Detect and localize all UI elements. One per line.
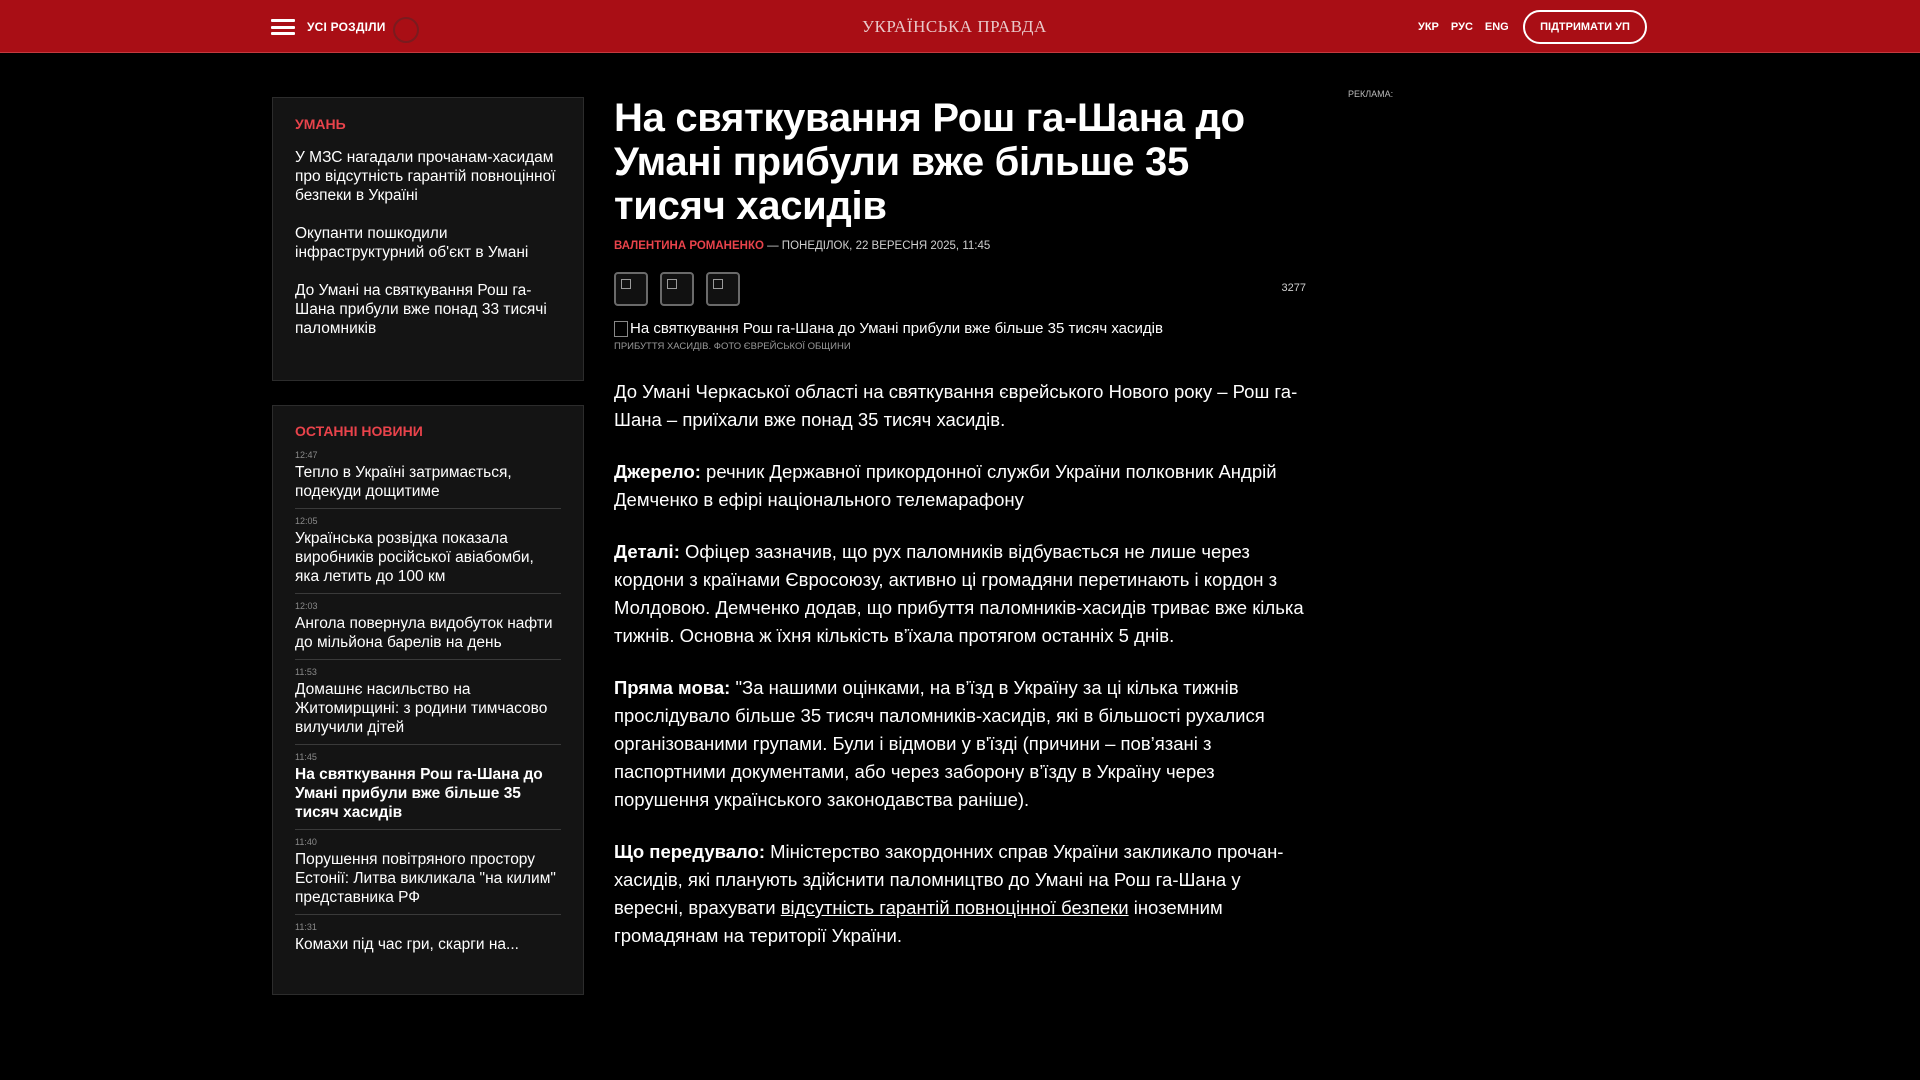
site-logo[interactable]: УКРАЇНСЬКА ПРАВДА <box>862 17 1047 37</box>
article-photo: На святкування Рош га-Шана до Умані приб… <box>614 320 1306 337</box>
list-item[interactable]: 11:45 На святкування Рош га-Шана до Уман… <box>295 745 561 830</box>
topic-tag[interactable]: УМАНЬ <box>295 116 561 132</box>
details-label: Деталі: <box>614 541 680 562</box>
news-title[interactable]: Порушення повітряного простору Естонії: … <box>295 850 561 907</box>
source-paragraph: Джерело: речник Державної прикордонної с… <box>614 458 1306 514</box>
broken-image-icon <box>614 320 628 337</box>
photo-caption: ПРИБУТТЯ ХАСИДІВ. ФОТО ЄВРЕЙСЬКОЇ ОБЩИНИ <box>614 341 851 352</box>
source-text: речник Державної прикордонної служби Укр… <box>614 461 1277 510</box>
share-bar: 3277 <box>614 272 1306 308</box>
details-paragraph: Деталі: Офіцер зазначив, що рух паломник… <box>614 538 1306 650</box>
topic-item[interactable]: До Умані на святкування Рош га-Шана приб… <box>295 281 561 338</box>
news-title[interactable]: На святкування Рош га-Шана до Умані приб… <box>295 765 561 822</box>
search-icon[interactable] <box>393 17 419 43</box>
article-byline: ВАЛЕНТИНА РОМАНЕНКО — ПОНЕДІЛОК, 22 ВЕРЕ… <box>614 240 1306 252</box>
news-title[interactable]: Домашнє насильство на Житомирщині: з род… <box>295 680 561 737</box>
lang-rus[interactable]: РУС <box>1451 21 1473 33</box>
list-item[interactable]: 11:31 Комахи під час гри, скарги на... <box>295 915 561 961</box>
ad-label: РЕКЛАМА: <box>1348 89 1394 99</box>
news-time: 11:53 <box>295 667 317 677</box>
quote-label: Пряма мова: <box>614 677 731 698</box>
news-title[interactable]: Українська розвідка показала виробників … <box>295 529 561 586</box>
share-facebook-icon[interactable] <box>614 272 648 306</box>
news-time: 11:40 <box>295 837 317 847</box>
page-bottom-overlay <box>0 995 1920 1080</box>
news-time: 12:03 <box>295 601 318 611</box>
news-time: 11:31 <box>295 922 317 932</box>
language-switcher: УКР РУС ENG <box>1418 21 1509 33</box>
quote-paragraph: Пряма мова: "За нашими оцінками, на в’їз… <box>614 674 1306 814</box>
list-item[interactable]: 11:53 Домашнє насильство на Житомирщині:… <box>295 660 561 745</box>
news-title[interactable]: Тепло в Україні затримається, подекуди д… <box>295 463 561 501</box>
news-time: 12:47 <box>295 450 318 460</box>
background-paragraph: Що передувало: Міністерство закордонних … <box>614 838 1306 950</box>
news-title[interactable]: Ангола повернула видобуток нафти до міль… <box>295 614 561 652</box>
news-time: 11:45 <box>295 752 317 762</box>
topic-card: УМАНЬ У МЗС нагадали прочанам-хасидам пр… <box>272 97 584 381</box>
news-title[interactable]: Комахи під час гри, скарги на... <box>295 935 561 954</box>
background-label: Що передувало: <box>614 841 765 862</box>
all-sections-link[interactable]: УСІ РОЗДІЛИ <box>307 20 386 34</box>
author-link[interactable]: ВАЛЕНТИНА РОМАНЕНКО <box>614 240 764 252</box>
menu-icon[interactable] <box>271 19 295 35</box>
list-item[interactable]: 11:40 Порушення повітряного простору Ест… <box>295 830 561 915</box>
list-item[interactable]: 12:47 Тепло в Україні затримається, поде… <box>295 443 561 509</box>
list-item[interactable]: 12:05 Українська розвідка показала вироб… <box>295 509 561 594</box>
support-button[interactable]: ПІДТРИМАТИ УП <box>1523 10 1647 44</box>
safety-guarantees-link[interactable]: відсутність гарантій повноцінної безпеки <box>781 897 1129 918</box>
list-item[interactable]: 12:03 Ангола повернула видобуток нафти д… <box>295 594 561 660</box>
lang-ukr[interactable]: УКР <box>1418 21 1439 33</box>
topic-item[interactable]: У МЗС нагадали прочанам-хасидам про відс… <box>295 148 561 205</box>
lang-eng[interactable]: ENG <box>1485 21 1509 33</box>
latest-news-card: ОСТАННІ НОВИНИ 12:47 Тепло в Україні зат… <box>272 405 584 995</box>
photo-alt-text: На святкування Рош га-Шана до Умані приб… <box>630 320 1163 337</box>
news-time: 12:05 <box>295 516 318 526</box>
site-header: УСІ РОЗДІЛИ УКРАЇНСЬКА ПРАВДА УКР РУС EN… <box>0 0 1920 53</box>
source-label: Джерело: <box>614 461 701 482</box>
view-count: 3277 <box>1281 282 1306 294</box>
article-date: — ПОНЕДІЛОК, 22 ВЕРЕСНЯ 2025, 11:45 <box>763 240 991 252</box>
details-text: Офіцер зазначив, що рух паломників відбу… <box>614 541 1304 646</box>
share-telegram-icon[interactable] <box>706 272 740 306</box>
article: На святкування Рош га-Шана до Умані приб… <box>614 96 1306 950</box>
share-twitter-icon[interactable] <box>660 272 694 306</box>
lead-paragraph: До Умані Черкаської області на святкуван… <box>614 381 1298 430</box>
topic-item[interactable]: Окупанти пошкодили інфраструктурний об'є… <box>295 224 561 262</box>
latest-news-heading[interactable]: ОСТАННІ НОВИНИ <box>295 423 561 439</box>
article-title: На святкування Рош га-Шана до Умані приб… <box>614 96 1245 228</box>
